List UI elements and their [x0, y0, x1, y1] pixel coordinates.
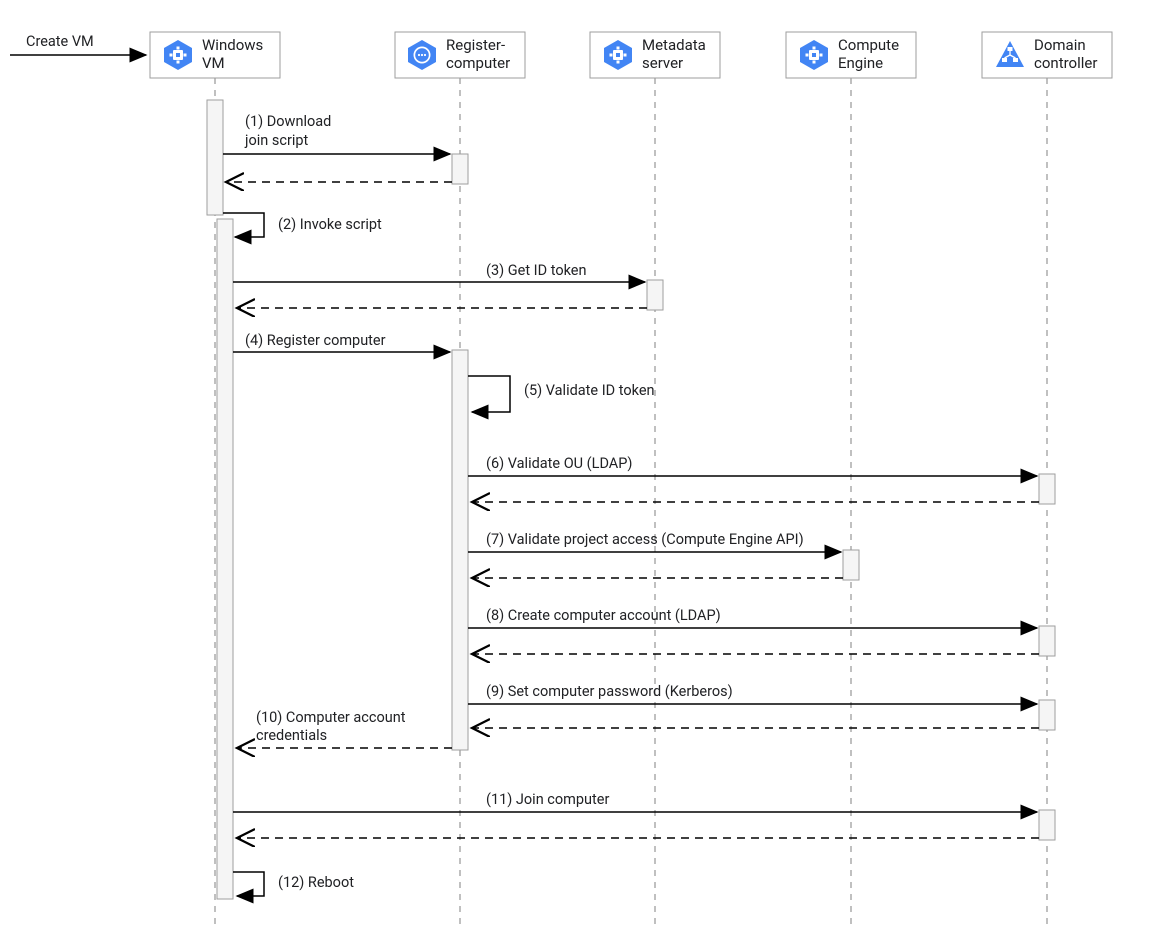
msg-10-label-b: credentials	[256, 727, 327, 744]
msg-12-label: (12) Reboot	[278, 874, 354, 891]
svg-text:Domain: Domain	[1034, 36, 1086, 54]
activation-register-2	[452, 350, 468, 750]
participant-register-computer: Register- computer	[395, 32, 525, 78]
svg-text:VM: VM	[202, 54, 225, 72]
svg-text:Compute: Compute	[838, 36, 899, 54]
svg-text:Engine: Engine	[838, 54, 883, 72]
msg-7-label: (7) Validate project access (Compute Eng…	[486, 531, 804, 548]
activation-windows-vm-1	[207, 100, 223, 215]
participant-domain-controller: Domain controller	[982, 32, 1112, 78]
msg-1-label-a: (1) Download	[245, 113, 331, 130]
trigger-label: Create VM	[26, 33, 94, 50]
activation-compute	[843, 550, 859, 580]
svg-text:server: server	[642, 54, 683, 72]
msg-5-arrow	[468, 376, 510, 412]
activation-domain-6	[1039, 474, 1055, 504]
activation-domain-8	[1039, 626, 1055, 656]
activation-register-1	[452, 154, 468, 184]
svg-text:computer: computer	[446, 54, 510, 72]
activation-windows-vm-2	[217, 219, 233, 899]
msg-9-label: (9) Set computer password (Kerberos)	[486, 683, 733, 700]
participant-metadata-server: Metadata server	[590, 32, 720, 78]
activation-domain-9	[1039, 700, 1055, 730]
msg-8-label: (8) Create computer account (LDAP)	[486, 607, 721, 624]
activation-metadata	[647, 280, 663, 310]
svg-text:Windows: Windows	[202, 36, 263, 54]
msg-12-arrow	[233, 872, 264, 896]
svg-text:Register-: Register-	[446, 36, 505, 54]
msg-5-label: (5) Validate ID token	[524, 382, 655, 399]
participant-compute-engine: Compute Engine	[786, 32, 916, 78]
svg-text:Metadata: Metadata	[642, 36, 706, 54]
msg-2-label: (2) Invoke script	[278, 216, 382, 233]
svg-text:controller: controller	[1034, 54, 1097, 72]
msg-4-label: (4) Register computer	[245, 332, 386, 349]
msg-11-label: (11) Join computer	[486, 791, 609, 808]
sequence-diagram: Create VM Windows VM Register- computer …	[0, 0, 1166, 945]
participant-windows-vm: Windows VM	[150, 32, 280, 78]
msg-10-label-a: (10) Computer account	[256, 709, 406, 726]
msg-1-label-b: join script	[244, 132, 309, 149]
activation-domain-11	[1039, 810, 1055, 840]
msg-6-label: (6) Validate OU (LDAP)	[486, 455, 632, 472]
msg-3-label: (3) Get ID token	[486, 262, 587, 279]
